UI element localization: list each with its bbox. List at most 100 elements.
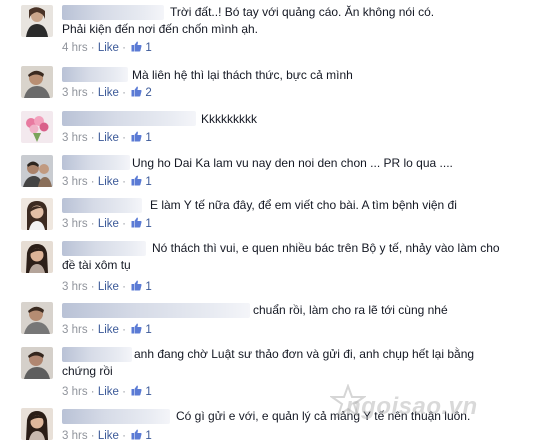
avatar-photo-icon (21, 66, 53, 98)
timestamp[interactable]: 3 hrs (62, 176, 88, 188)
separator: · (122, 386, 126, 398)
avatar-photo-icon (21, 5, 53, 37)
avatar-photo-icon (21, 155, 53, 187)
timestamp[interactable]: 3 hrs (62, 132, 88, 144)
comment-meta: 3 hrs · Like · 1 (62, 429, 152, 443)
comment-meta: 3 hrs · Like · 1 (62, 217, 152, 231)
like-count[interactable]: 1 (145, 218, 151, 230)
like-button[interactable]: Like (98, 218, 119, 230)
like-button[interactable]: Like (98, 386, 119, 398)
avatar[interactable] (21, 111, 53, 143)
like-count[interactable]: 1 (145, 42, 151, 54)
separator: · (90, 42, 95, 54)
comment-meta: 4 hrs · Like · 1 (62, 41, 152, 55)
comment-text: Trời đất..! Bó tay với quảng cáo. Ăn khô… (170, 5, 435, 19)
commenter-name[interactable] (62, 241, 146, 256)
thumbs-up-icon (131, 131, 142, 142)
like-count[interactable]: 1 (145, 324, 151, 336)
separator: · (122, 132, 126, 144)
thumbs-up-icon (131, 429, 142, 440)
like-count[interactable]: 1 (145, 176, 151, 188)
commenter-name[interactable] (62, 303, 250, 318)
thumbs-up-icon (131, 175, 142, 186)
timestamp[interactable]: 4 hrs (62, 42, 88, 54)
commenter-name[interactable] (62, 111, 196, 126)
commenter-name[interactable] (62, 347, 132, 362)
thumbs-up-icon (131, 41, 142, 52)
separator: · (90, 176, 95, 188)
avatar[interactable] (21, 241, 53, 273)
watermark: ngoisao.vn (346, 393, 478, 420)
separator: · (122, 42, 126, 54)
avatar[interactable] (21, 66, 53, 98)
separator: · (122, 218, 126, 230)
avatar-photo-icon (21, 408, 53, 440)
separator: · (90, 132, 95, 144)
comment-meta: 3 hrs · Like · 1 (62, 280, 152, 294)
like-button[interactable]: Like (98, 42, 119, 54)
timestamp[interactable]: 3 hrs (62, 386, 88, 398)
separator: · (122, 430, 126, 442)
separator: · (90, 281, 95, 293)
commenter-name[interactable] (62, 5, 164, 20)
like-button[interactable]: Like (98, 281, 119, 293)
separator: · (90, 324, 95, 336)
timestamp[interactable]: 3 hrs (62, 218, 88, 230)
avatar[interactable] (21, 155, 53, 187)
comment-meta: 3 hrs · Like · 1 (62, 131, 152, 145)
avatar-photo-icon (21, 302, 53, 334)
thumbs-up-icon (131, 217, 142, 228)
avatar[interactable] (21, 198, 53, 230)
avatar[interactable] (21, 5, 53, 37)
commenter-name[interactable] (62, 67, 128, 82)
comment-meta: 3 hrs · Like · 1 (62, 323, 152, 337)
comment-text: Ung ho Dai Ka lam vu nay den noi den cho… (132, 156, 453, 170)
like-button[interactable]: Like (98, 87, 119, 99)
comment-meta: 3 hrs · Like · 1 (62, 385, 152, 399)
timestamp[interactable]: 3 hrs (62, 430, 88, 442)
like-count[interactable]: 1 (145, 281, 151, 293)
like-count[interactable]: 1 (145, 132, 151, 144)
comment-meta: 3 hrs · Like · 1 (62, 175, 152, 189)
avatar[interactable] (21, 302, 53, 334)
like-count[interactable]: 2 (145, 87, 151, 99)
comment-text: Mà liên hệ thì lại thách thức, bực cả mì… (132, 68, 353, 82)
separator: · (90, 430, 95, 442)
comment-text: chuẩn rồi, làm cho ra lẽ tới cùng nhé (253, 303, 448, 317)
like-button[interactable]: Like (98, 176, 119, 188)
comment-meta: 3 hrs · Like · 2 (62, 86, 152, 100)
separator: · (90, 87, 95, 99)
separator: · (122, 176, 126, 188)
avatar[interactable] (21, 347, 53, 379)
separator: · (122, 87, 126, 99)
comment-text-continued: đề tài xôm tụ (62, 258, 131, 272)
comment-text: anh đang chờ Luật sư thảo đơn và gửi đi,… (134, 347, 475, 361)
comment-text: E làm Y tế nữa đây, để em viết cho bài. … (150, 198, 457, 212)
like-button[interactable]: Like (98, 324, 119, 336)
timestamp[interactable]: 3 hrs (62, 87, 88, 99)
like-button[interactable]: Like (98, 132, 119, 144)
commenter-name[interactable] (62, 409, 170, 424)
thumbs-up-icon (131, 323, 142, 334)
commenter-name[interactable] (62, 198, 142, 213)
comment-text: Kkkkkkkkk (201, 112, 258, 126)
timestamp[interactable]: 3 hrs (62, 324, 88, 336)
comment-text-continued: chứng rồi (62, 364, 113, 378)
timestamp[interactable]: 3 hrs (62, 281, 88, 293)
avatar-flowers-icon (21, 111, 53, 143)
thumbs-up-icon (131, 280, 142, 291)
separator: · (122, 324, 126, 336)
avatar-photo-icon (21, 198, 53, 230)
like-count[interactable]: 1 (145, 430, 151, 442)
like-count[interactable]: 1 (145, 386, 151, 398)
avatar-photo-icon (21, 347, 53, 379)
separator: · (90, 386, 95, 398)
like-button[interactable]: Like (98, 430, 119, 442)
avatar[interactable] (21, 408, 53, 440)
separator: · (122, 281, 126, 293)
comment-text-continued: Phải kiện đến nơi đến chốn mình ạh. (62, 22, 259, 36)
separator: · (90, 218, 95, 230)
commenter-name[interactable] (62, 155, 130, 170)
thumbs-up-icon (131, 385, 142, 396)
avatar-photo-icon (21, 241, 53, 273)
